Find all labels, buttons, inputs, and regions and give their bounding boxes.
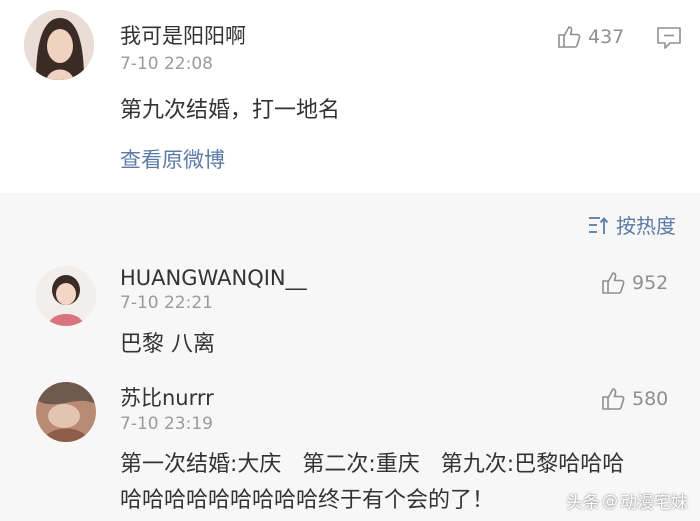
- reply-time: 7-10 22:21: [120, 293, 213, 313]
- reply-like-count: 580: [632, 388, 669, 410]
- comment-button[interactable]: [656, 26, 682, 54]
- original-post-card: 我可是阳阳啊 7-10 22:08 437 第九次结婚，打一地名 查看原微博: [0, 0, 700, 193]
- post-text: 第九次结婚，打一地名: [120, 98, 341, 123]
- sort-icon: [589, 216, 609, 234]
- reply-avatar[interactable]: [36, 382, 96, 442]
- thumbs-up-icon: [558, 26, 581, 48]
- comment-icon: [657, 27, 681, 49]
- post-time: 7-10 22:08: [120, 54, 213, 74]
- post-like-count: 437: [588, 26, 625, 48]
- watermark-at: @: [602, 491, 618, 510]
- reply-time: 7-10 23:19: [120, 414, 213, 434]
- view-original-link[interactable]: 查看原微博: [120, 144, 225, 174]
- reply-author-name[interactable]: HUANGWANQIN__: [120, 266, 307, 290]
- reply-author-name[interactable]: 苏比nurrr: [120, 382, 214, 412]
- reply-text: 巴黎 八离: [120, 332, 215, 357]
- watermark-prefix: 头条: [566, 493, 600, 513]
- thumbs-up-icon: [602, 272, 625, 294]
- reply-like-count: 952: [632, 272, 669, 294]
- sort-label: 按热度: [616, 214, 676, 238]
- author-avatar[interactable]: [24, 10, 94, 80]
- reply-item: HUANGWANQIN__ 7-10 22:21 952 巴黎 八离: [0, 262, 700, 362]
- reply-like-button[interactable]: 952: [600, 270, 668, 296]
- reply-text-line: 哈哈哈哈哈哈哈哈哈终于有个会的了！: [120, 488, 495, 513]
- watermark-account: 动漫宅妹: [620, 493, 688, 513]
- watermark: 头条 @ 动漫宅妹: [566, 488, 688, 513]
- author-name[interactable]: 我可是阳阳啊: [120, 20, 246, 50]
- reply-like-button[interactable]: 580: [600, 386, 668, 412]
- avatar-image-icon: [36, 266, 96, 326]
- reply-avatar[interactable]: [36, 266, 96, 326]
- avatar-image-icon: [36, 382, 96, 442]
- sort-by-hot-button[interactable]: 按热度: [588, 210, 676, 239]
- reply-text-line: 第一次结婚:大庆 第二次:重庆 第九次:巴黎哈哈哈: [120, 452, 625, 477]
- avatar-image-icon: [24, 10, 94, 80]
- thumbs-up-icon: [602, 388, 625, 410]
- post-like-button[interactable]: 437: [556, 24, 624, 50]
